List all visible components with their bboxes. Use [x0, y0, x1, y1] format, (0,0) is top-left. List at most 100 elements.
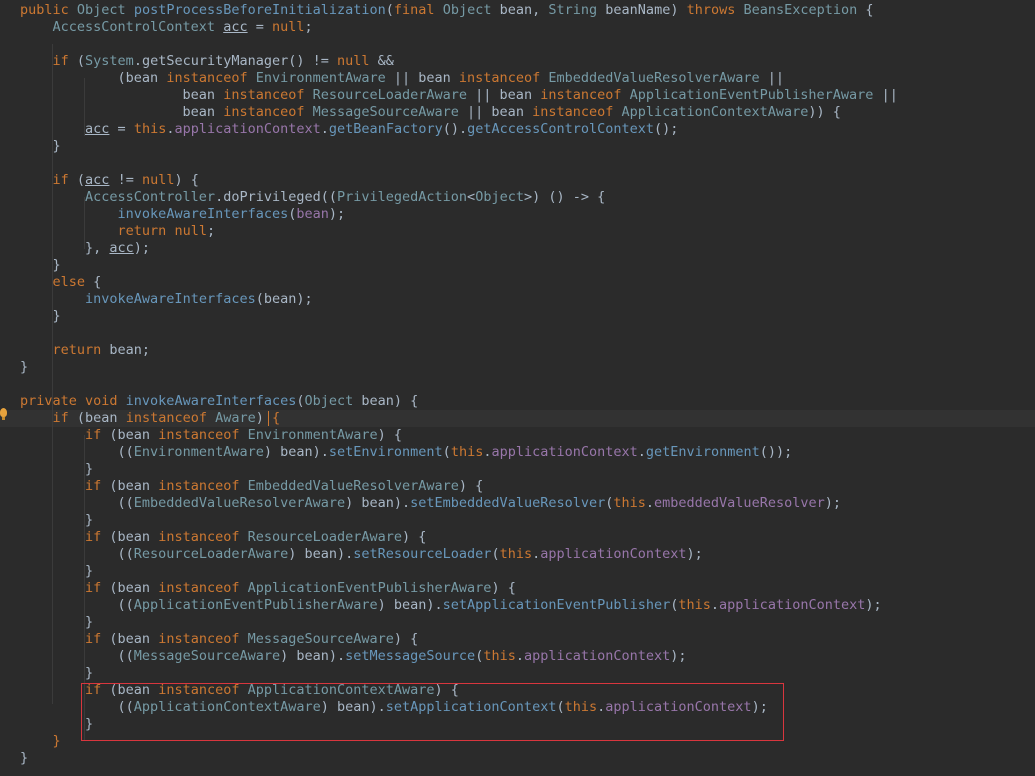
code-token: instanceof	[125, 410, 216, 426]
code-line[interactable]: AccessController.doPrivileged((Privilege…	[0, 189, 1035, 206]
code-line[interactable]: ((MessageSourceAware) bean).setMessageSo…	[0, 648, 1035, 665]
code-line[interactable]: if (bean instanceof ResourceLoaderAware)…	[0, 529, 1035, 546]
code-line[interactable]: }	[0, 138, 1035, 155]
code-line[interactable]: }	[0, 512, 1035, 529]
code-line[interactable]: if (bean instanceof EnvironmentAware) {	[0, 427, 1035, 444]
code-line[interactable]: if (bean instanceof ApplicationEventPubl…	[0, 580, 1035, 597]
lightbulb-stem	[2, 417, 5, 420]
code-token: if	[20, 427, 110, 443]
code-token: return	[20, 342, 110, 358]
code-token: }	[20, 138, 61, 154]
code-line[interactable]: return bean;	[0, 342, 1035, 359]
code-line[interactable]: if (bean instanceof EmbeddedValueResolve…	[0, 478, 1035, 495]
code-line[interactable]	[0, 325, 1035, 342]
code-token: void	[85, 393, 126, 409]
code-token: .	[320, 121, 329, 137]
code-token: ApplicationEventPublisherAware	[247, 580, 492, 596]
code-token: || bean	[475, 87, 541, 103]
code-token: ResourceLoaderAware	[247, 529, 403, 545]
code-line[interactable]: ((EmbeddedValueResolverAware) bean).setE…	[0, 495, 1035, 512]
code-token: .	[710, 597, 720, 613]
code-text: if (System.getSecurityManager() != null …	[20, 53, 394, 70]
code-token: (	[76, 172, 86, 188]
code-line[interactable]: acc = this.applicationContext.getBeanFac…	[0, 121, 1035, 138]
code-token: ;	[206, 223, 216, 239]
code-token: ();	[654, 121, 679, 137]
code-line[interactable]: bean instanceof MessageSourceAware || be…	[0, 104, 1035, 121]
code-token: instanceof	[158, 529, 248, 545]
code-line[interactable]: ((ApplicationEventPublisherAware) bean).…	[0, 597, 1035, 614]
code-line[interactable]: ((EnvironmentAware) bean).setEnvironment…	[0, 444, 1035, 461]
code-line[interactable]	[0, 376, 1035, 393]
code-line[interactable]: ((ResourceLoaderAware) bean).setResource…	[0, 546, 1035, 563]
code-line[interactable]: return null;	[0, 223, 1035, 240]
code-line[interactable]: }	[0, 461, 1035, 478]
code-line[interactable]: else {	[0, 274, 1035, 291]
code-text: }	[20, 733, 61, 750]
code-line[interactable]: }	[0, 308, 1035, 325]
code-token: {	[93, 274, 102, 290]
code-token: this	[613, 495, 646, 511]
code-line[interactable]: bean instanceof ResourceLoaderAware || b…	[0, 87, 1035, 104]
code-token: {	[272, 410, 281, 426]
code-token: }	[20, 614, 94, 630]
code-token: ) {	[491, 580, 516, 596]
code-token: applicationContext	[719, 597, 866, 613]
code-token: .	[532, 546, 541, 562]
code-token: acc	[223, 19, 248, 35]
code-token: bean	[296, 206, 329, 222]
code-token: ResourceLoaderAware	[312, 87, 476, 103]
code-line[interactable]	[0, 155, 1035, 172]
code-token: }	[20, 750, 29, 766]
code-token: instanceof	[223, 87, 313, 103]
code-token: EmbeddedValueResolverAware	[247, 478, 459, 494]
code-token: {	[865, 2, 874, 18]
code-token: instanceof	[458, 70, 549, 86]
code-line[interactable]	[0, 36, 1035, 53]
code-token: (bean	[109, 427, 159, 443]
code-line[interactable]: (bean instanceof EnvironmentAware || bea…	[0, 70, 1035, 87]
code-text: }	[20, 614, 93, 631]
code-line[interactable]: }	[0, 614, 1035, 631]
code-line[interactable]: public Object postProcessBeforeInitializ…	[0, 2, 1035, 19]
code-token: >) () -> {	[523, 189, 606, 205]
code-token: .getSecurityManager() !=	[133, 53, 338, 69]
code-token: (bean	[109, 478, 159, 494]
code-token: .	[515, 648, 524, 664]
code-token: acc	[85, 121, 110, 137]
indent-guide	[52, 44, 53, 704]
code-line[interactable]: invokeAwareInterfaces(bean);	[0, 291, 1035, 308]
indent-guide	[84, 197, 85, 249]
code-token: (	[491, 546, 500, 562]
code-token: instanceof	[223, 104, 313, 120]
code-line[interactable]: }	[0, 563, 1035, 580]
code-line[interactable]: }	[0, 257, 1035, 274]
code-text: AccessControlContext acc = null;	[20, 19, 313, 36]
code-text: bean instanceof MessageSourceAware || be…	[20, 104, 841, 121]
code-line[interactable]: if (bean instanceof Aware) {	[0, 410, 1035, 427]
code-token: bean;	[109, 342, 151, 358]
code-line[interactable]: private void invokeAwareInterfaces(Objec…	[0, 393, 1035, 410]
code-token: Object	[442, 2, 500, 18]
code-line[interactable]: if (System.getSecurityManager() != null …	[0, 53, 1035, 70]
code-token: ) bean).	[288, 546, 354, 562]
code-text: }	[20, 308, 61, 325]
code-token: ) {	[458, 478, 484, 494]
code-line[interactable]: invokeAwareInterfaces(bean);	[0, 206, 1035, 223]
code-token: AccessController	[20, 189, 216, 205]
code-token: if	[20, 172, 77, 188]
lightbulb-icon[interactable]	[0, 408, 7, 417]
code-line[interactable]: }	[0, 750, 1035, 767]
code-line[interactable]: if (acc != null) {	[0, 172, 1035, 189]
code-line[interactable]: }, acc);	[0, 240, 1035, 257]
code-line[interactable]: }	[0, 665, 1035, 682]
code-editor[interactable]: public Object postProcessBeforeInitializ…	[0, 0, 1035, 776]
code-token: PrivilegedAction	[337, 189, 468, 205]
code-token: !=	[109, 172, 142, 188]
code-token: ) {	[377, 427, 403, 443]
code-line[interactable]: AccessControlContext acc = null;	[0, 19, 1035, 36]
code-token: (bean	[109, 631, 159, 647]
code-line[interactable]: }	[0, 359, 1035, 376]
code-line[interactable]: if (bean instanceof MessageSourceAware) …	[0, 631, 1035, 648]
